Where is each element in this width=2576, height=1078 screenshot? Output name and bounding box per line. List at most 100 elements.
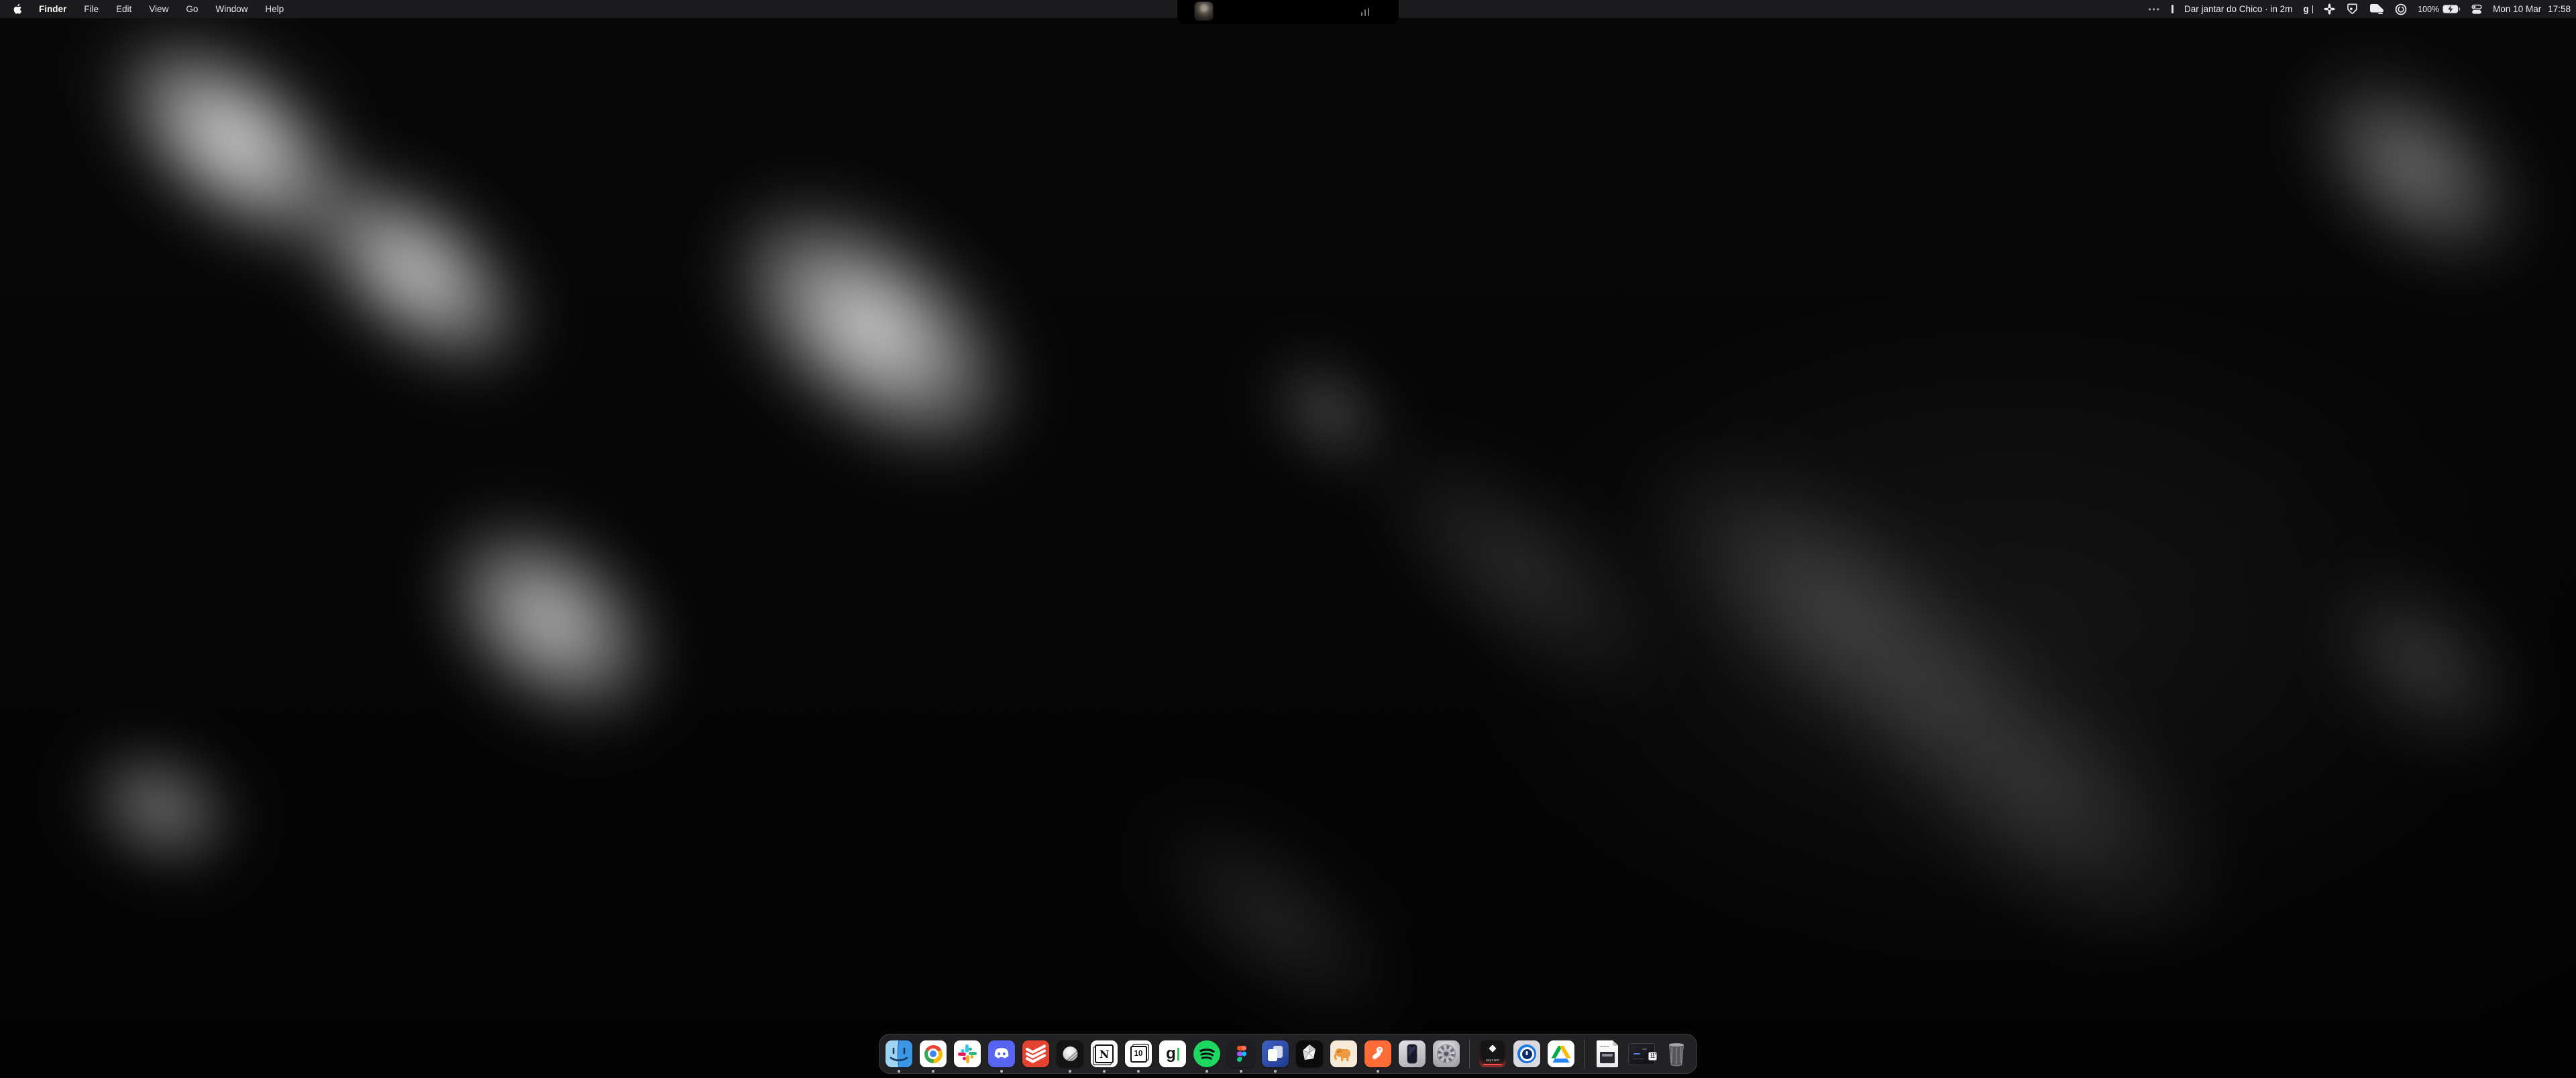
menu-help[interactable]: Help (256, 0, 292, 18)
dock-icon-system-settings[interactable] (1433, 1034, 1460, 1073)
granola-menubar-icon[interactable]: g (2303, 0, 2313, 18)
1password-disc-icon (1517, 1044, 1536, 1063)
menu-clock[interactable]: Mon 10 Mar 17:58 (2493, 0, 2571, 18)
granola-cursor (1177, 1048, 1179, 1061)
desktop: Finder File Edit View Go Window Help •••… (0, 0, 2576, 1078)
battery-percent: 100% (2418, 5, 2439, 14)
sphere-icon (1057, 1040, 1083, 1067)
apple-logo-icon (13, 3, 22, 15)
menubar-manager-item[interactable] (2471, 0, 2482, 18)
pick-menubar-item[interactable] (2346, 0, 2359, 18)
chrome-logo-icon (924, 1045, 943, 1063)
crystal-cube-icon (1296, 1040, 1323, 1067)
dock-icon-granola[interactable]: g (1159, 1034, 1186, 1073)
display-icon (2369, 3, 2384, 15)
iphone-icon (1399, 1040, 1426, 1067)
google-drive-icon (1548, 1040, 1574, 1067)
dock-divider (1584, 1039, 1585, 1069)
dock-icon-sphere-app[interactable] (1057, 1034, 1083, 1073)
thumb-detail (1633, 1053, 1640, 1055)
dock-icon-finder[interactable] (885, 1034, 912, 1073)
dock-divider (1469, 1039, 1470, 1069)
dock-icon-notion-calendar[interactable]: 10 (1125, 1034, 1152, 1073)
finder-face-icon (885, 1040, 912, 1067)
dock-icon-1password[interactable] (1513, 1034, 1540, 1073)
status-separator (2171, 5, 2174, 13)
raycast-red-line (1483, 1064, 1502, 1065)
dock-icon-notion[interactable]: N (1091, 1034, 1118, 1073)
dock-icon-elephant-app[interactable] (1330, 1034, 1357, 1073)
clock-time: 17:58 (2548, 4, 2571, 14)
menu-bar-status: ••• Dar jantar do Chico · in 2m g (2148, 0, 2576, 18)
menu-bar-left: Finder File Edit View Go Window Help (0, 0, 292, 18)
hidden-items-ellipsis[interactable]: ••• (2148, 0, 2161, 18)
wallpaper-grain (0, 0, 2576, 1078)
dock-icon-discord[interactable] (988, 1034, 1015, 1073)
figma-logo-icon (1228, 1040, 1254, 1067)
badge-number: 11 (1650, 1055, 1655, 1059)
menu-go[interactable]: Go (177, 0, 207, 18)
spotify-logo-icon (1193, 1040, 1220, 1067)
granola-g-glyph: g (1166, 1046, 1179, 1062)
apple-menu[interactable] (9, 0, 30, 18)
1password-menubar-item[interactable] (2395, 0, 2407, 18)
dock-icon-raycast[interactable]: raycast (1479, 1034, 1506, 1073)
wallpaper (0, 0, 2576, 1078)
toggle-switches-icon (2471, 4, 2482, 15)
battery-indicator[interactable]: 100% (2418, 0, 2461, 18)
dock-icon-spotify[interactable] (1193, 1034, 1220, 1073)
menu-window[interactable]: Window (207, 0, 256, 18)
flower-icon (2324, 3, 2335, 15)
granola-letter: g (1166, 1046, 1176, 1062)
dock-icon-figma[interactable] (1228, 1034, 1254, 1073)
elephant-icon (1330, 1040, 1357, 1067)
stack-count-badge: 11 (1648, 1052, 1657, 1061)
doc-preview-block (1600, 1052, 1615, 1063)
postman-astronaut-icon (1364, 1040, 1391, 1067)
dock-icon-cube-app[interactable] (1296, 1034, 1323, 1073)
thumb-detail (1642, 1048, 1647, 1050)
window-pane-front (1268, 1049, 1277, 1061)
todoist-logo-icon (1022, 1040, 1049, 1067)
menu-finder[interactable]: Finder (30, 0, 75, 18)
discord-logo-icon (988, 1040, 1015, 1067)
dock-icon-trash[interactable] (1662, 1034, 1690, 1073)
dock-icon-slack[interactable] (954, 1034, 981, 1073)
dock-icon-iphone-mirroring[interactable] (1399, 1034, 1426, 1073)
raycast-label: raycast (1479, 1059, 1506, 1063)
gear-icon (1433, 1040, 1460, 1067)
dock-icon-windows-app[interactable] (1262, 1034, 1289, 1073)
audio-visualizer-icon (1361, 8, 1370, 16)
dock-icon-postman[interactable] (1364, 1034, 1391, 1073)
clock-date: Mon 10 Mar (2493, 4, 2541, 14)
reminder-menu-item[interactable]: Dar jantar do Chico · in 2m (2184, 0, 2292, 18)
screenshot-thumbnail: 11 (1628, 1043, 1655, 1065)
flower-menubar-item[interactable] (2324, 0, 2335, 18)
dock-file-document[interactable] (1594, 1034, 1621, 1073)
keyhole-icon (2395, 3, 2407, 15)
pick-shield-icon (2346, 3, 2359, 15)
dock-icon-todoist[interactable] (1022, 1034, 1049, 1073)
thumb-detail (1633, 1059, 1644, 1060)
dock-icon-google-drive[interactable] (1548, 1034, 1574, 1073)
now-playing-album-art[interactable] (1195, 2, 1213, 20)
menu-edit[interactable]: Edit (107, 0, 140, 18)
1password-keyhole-icon (1520, 1047, 1534, 1061)
granola-glyph: g (2303, 4, 2308, 14)
trash-bin-icon (1662, 1039, 1690, 1069)
notion-n-glyph: N (1095, 1044, 1114, 1063)
page-fold (1613, 1040, 1618, 1046)
dock-icon-chrome[interactable] (920, 1034, 947, 1073)
notch (1177, 0, 1399, 24)
display-menubar-item[interactable] (2369, 0, 2384, 18)
doc-text-line (1600, 1046, 1609, 1047)
raycast-diamond-icon (1489, 1044, 1496, 1052)
menu-file[interactable]: File (75, 0, 107, 18)
battery-charging-icon (2443, 5, 2461, 13)
text-cursor-icon (2312, 5, 2314, 13)
dock: N 10 g (879, 1034, 1697, 1074)
document-file-icon (1597, 1040, 1618, 1067)
dock-file-screenshot-stack[interactable]: 11 (1628, 1034, 1655, 1073)
notion-calendar-glyph: 10 (1130, 1046, 1147, 1063)
menu-view[interactable]: View (140, 0, 177, 18)
